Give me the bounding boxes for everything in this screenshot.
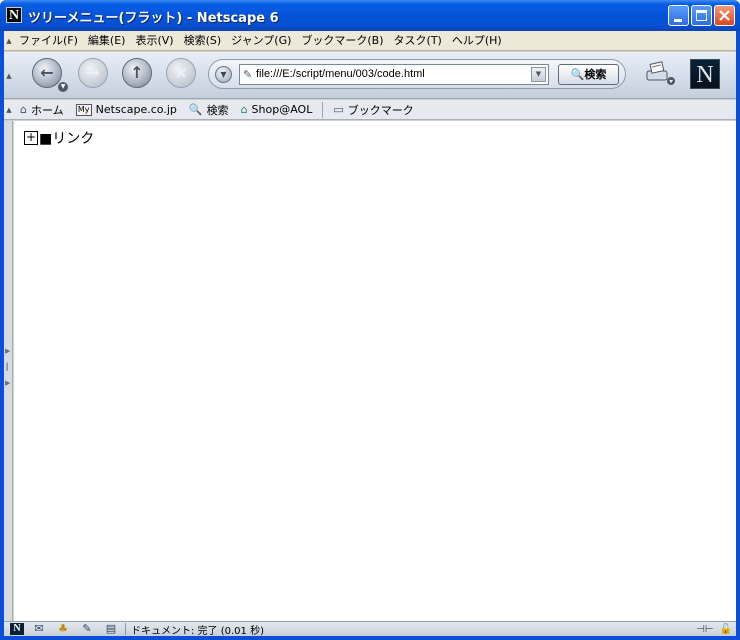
menu-edit[interactable]: 編集(E) [83, 31, 131, 51]
security-lock-icon[interactable]: 🔓 [720, 624, 732, 635]
url-menu-icon[interactable]: ▼ [215, 66, 232, 83]
toolbar-separator [322, 101, 324, 118]
title-bar[interactable]: N ツリーメニュー(フラット) - Netscape 6 [0, 0, 740, 31]
search-icon: 🔍 [188, 103, 203, 116]
menu-bar: ▲ ファイル(F) 編集(E) 表示(V) 検索(S) ジャンプ(G) ブックマ… [4, 31, 736, 51]
menu-bookmarks[interactable]: ブックマーク(B) [296, 31, 388, 51]
composer-icon[interactable]: ✎ [78, 622, 96, 636]
netscape-app-icon[interactable]: N [6, 7, 22, 23]
bookmark-netscape[interactable]: My Netscape.co.jp [70, 100, 183, 120]
sidebar-toggle-icon[interactable]: ▶ ┃ ▶ [5, 343, 10, 391]
maximize-button[interactable] [691, 5, 712, 26]
folder-icon: ▭ [333, 103, 344, 116]
home-icon: ⌂ [20, 103, 27, 116]
back-button[interactable]: ← [32, 58, 62, 88]
tree-node-links[interactable]: + ■リンク [24, 128, 94, 148]
url-text: file:///E:/script/menu/003/code.html [256, 68, 425, 80]
url-history-dropdown[interactable]: ▼ [531, 67, 546, 82]
address-book-icon[interactable]: ▤ [102, 622, 120, 636]
bookmark-home[interactable]: ⌂ ホーム [14, 100, 70, 120]
minimize-button[interactable] [668, 5, 689, 26]
tree-node-label[interactable]: ■リンク [39, 128, 94, 148]
netscape-throbber-logo[interactable]: N [690, 59, 720, 89]
navigator-icon[interactable]: N [10, 623, 24, 635]
aim-icon[interactable]: ♣ [54, 622, 72, 636]
status-indicators: ⊣⊢ 🔓 [696, 622, 732, 637]
sidebar-splitter[interactable]: ▶ ┃ ▶ [4, 121, 13, 621]
forward-button[interactable]: → [78, 58, 108, 88]
persbar-grip-icon[interactable]: ▲ [4, 100, 14, 119]
maximize-icon [696, 10, 707, 21]
navbar-grip-icon[interactable]: ▲ [4, 52, 14, 99]
page-content: + ■リンク [14, 121, 736, 621]
status-divider [125, 623, 126, 635]
window-title: ツリーメニュー(フラット) - Netscape 6 [28, 11, 279, 26]
forward-arrow-icon: → [86, 63, 100, 82]
personal-toolbar: ▲ ⌂ ホーム My Netscape.co.jp 🔍 検索 ⌂ Shop@AO… [4, 100, 736, 120]
mail-icon[interactable]: ✉ [30, 622, 48, 636]
menu-search[interactable]: 検索(S) [179, 31, 227, 51]
client-area: ▲ ファイル(F) 編集(E) 表示(V) 検索(S) ジャンプ(G) ブックマ… [4, 31, 736, 637]
bookmark-shop-label: Shop@AOL [251, 103, 313, 116]
bookmarks-folder-label: ブックマーク [347, 103, 414, 117]
navigation-toolbar: ▲ ← ▼ → ↑ × ▼ ✎ file:///E:/script/menu/0… [4, 52, 736, 99]
back-history-dropdown[interactable]: ▼ [58, 82, 68, 92]
menu-view[interactable]: 表示(V) [130, 31, 178, 51]
browser-window: N ツリーメニュー(フラット) - Netscape 6 ▲ ファイル(F) 編… [0, 0, 740, 640]
status-bar: N ✉ ♣ ✎ ▤ ドキュメント: 完了 (0.01 秒) ⊣⊢ 🔓 [4, 621, 736, 637]
location-bar: ▼ ✎ file:///E:/script/menu/003/code.html… [208, 59, 626, 89]
url-input[interactable]: ✎ file:///E:/script/menu/003/code.html ▼ [239, 64, 549, 85]
bookmark-search-label: 検索 [206, 103, 229, 117]
shop-icon: ⌂ [240, 103, 248, 116]
menubar-grip-icon[interactable]: ▲ [4, 31, 14, 50]
reload-icon: ↑ [130, 63, 144, 82]
menu-tasks[interactable]: タスク(T) [389, 31, 447, 51]
my-netscape-icon: My [75, 103, 92, 116]
bookmark-search[interactable]: 🔍 検索 [183, 100, 235, 120]
print-icon[interactable] [644, 60, 676, 88]
bookmark-home-label: ホーム [30, 103, 64, 117]
reload-button[interactable]: ↑ [122, 58, 152, 88]
close-button[interactable] [714, 5, 735, 26]
stop-icon: × [174, 63, 188, 82]
close-icon [719, 10, 730, 21]
menu-help[interactable]: ヘルプ(H) [447, 31, 507, 51]
online-status-icon[interactable]: ⊣⊢ [696, 624, 713, 635]
bookmark-shop[interactable]: ⌂ Shop@AOL [235, 100, 319, 120]
menu-go[interactable]: ジャンプ(G) [226, 31, 296, 51]
expand-toggle-icon[interactable]: + [24, 131, 38, 145]
search-button[interactable]: 🔍検索 [558, 64, 619, 85]
status-text: ドキュメント: 完了 (0.01 秒) [131, 625, 264, 637]
minimize-icon [674, 19, 682, 22]
bookmark-netscape-label: Netscape.co.jp [95, 103, 177, 116]
bookmarks-folder[interactable]: ▭ ブックマーク [327, 100, 419, 120]
stop-button[interactable]: × [166, 58, 196, 88]
back-arrow-icon: ← [40, 63, 54, 82]
page-proxy-icon[interactable]: ✎ [243, 68, 256, 81]
menu-file[interactable]: ファイル(F) [14, 31, 83, 51]
